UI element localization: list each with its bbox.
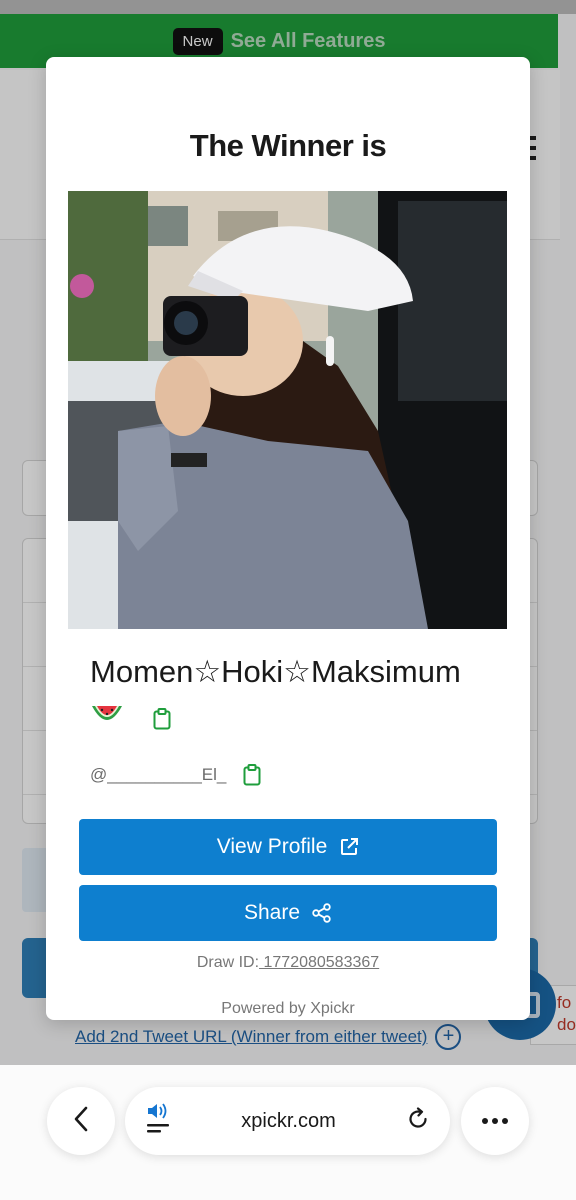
winner-emoji-row	[90, 704, 172, 733]
speaker-icon[interactable]	[145, 1102, 171, 1140]
draw-id-label: Draw ID:	[196, 954, 260, 971]
modal-title: The Winner is	[189, 128, 387, 163]
external-link-icon	[339, 837, 359, 857]
more-icon	[481, 1112, 509, 1130]
winner-name: Momen☆Hoki☆Maksimum	[90, 654, 461, 689]
handle-row: @__________El_	[90, 764, 262, 786]
share-label: Share	[243, 901, 301, 924]
share-button[interactable]: Share	[79, 885, 497, 941]
watermelon-icon	[90, 704, 124, 733]
draw-id-value[interactable]: 1772080583367	[259, 954, 379, 971]
more-options-button[interactable]	[461, 1087, 529, 1155]
back-button[interactable]	[47, 1087, 115, 1155]
view-profile-button[interactable]: View Profile	[79, 819, 497, 875]
copy-name-clipboard-icon[interactable]	[152, 707, 172, 730]
share-icon	[312, 903, 332, 923]
winner-photo	[68, 191, 507, 629]
copy-handle-clipboard-icon[interactable]	[242, 764, 262, 786]
chevron-left-icon	[72, 1106, 90, 1137]
reload-icon[interactable]	[406, 1106, 430, 1136]
url-text[interactable]: xpickr.com	[241, 1110, 335, 1133]
winner-handle: @__________El_	[90, 765, 227, 784]
address-bar[interactable]: xpickr.com	[125, 1087, 450, 1155]
view-profile-label: View Profile	[216, 835, 328, 858]
draw-id: Draw ID: 1772080583367	[0, 954, 576, 972]
powered-by: Powered by Xpickr	[221, 1000, 355, 1017]
